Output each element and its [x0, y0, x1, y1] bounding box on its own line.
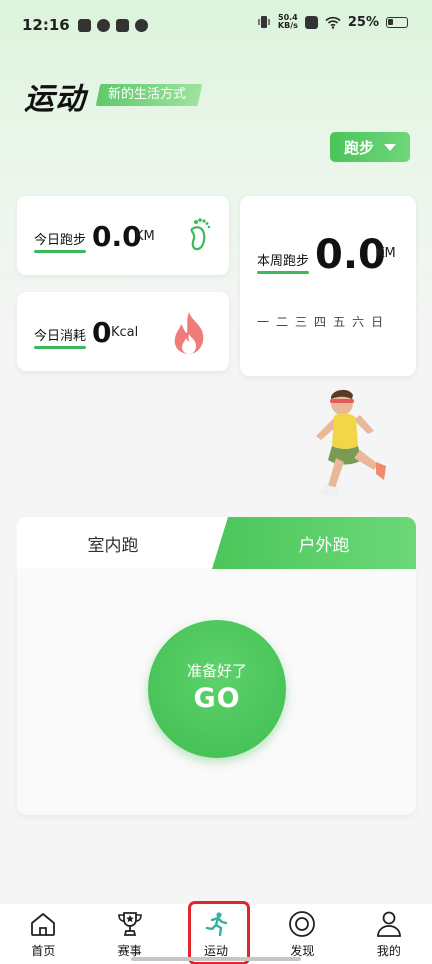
status-time: 12:16: [22, 16, 70, 34]
runner-illustration: [316, 389, 386, 498]
user-icon: [376, 911, 401, 937]
nav-item-events[interactable]: 赛事: [86, 904, 172, 964]
home-icon: [31, 913, 56, 936]
status-bar: 12:16 50.4 KB/s 25%: [0, 0, 432, 50]
nav-label: 我的: [376, 944, 401, 958]
tab-outdoor-run[interactable]: 户外跑: [212, 517, 416, 569]
battery-icon: [386, 16, 408, 28]
network-speed-unit: KB/s: [277, 21, 298, 30]
today-run-label: 今日跑步: [34, 229, 87, 253]
weekday-label: 六: [352, 315, 365, 329]
flame-icon: [174, 312, 204, 354]
nav-item-profile[interactable]: 我的: [346, 904, 432, 964]
wifi-icon: [325, 16, 341, 29]
sport-type-dropdown[interactable]: 跑步: [330, 132, 410, 162]
active-tab-highlight: [188, 901, 250, 964]
dropdown-arrow-icon: [384, 143, 396, 151]
battery-percent: 25%: [347, 14, 379, 30]
go-button[interactable]: 准备好了 GO: [148, 620, 286, 758]
sport-type-value: 跑步: [343, 138, 374, 157]
go-ready-text: 准备好了: [186, 662, 247, 680]
weekly-run-label: 本周跑步: [257, 250, 310, 274]
nav-item-home[interactable]: 首页: [0, 904, 86, 964]
today-calorie-label: 今日消耗: [34, 325, 87, 349]
wechat-icon: [134, 18, 148, 32]
tab-indoor-run[interactable]: 室内跑: [17, 517, 229, 569]
vibrate-icon: [258, 16, 270, 28]
weekday-label: 五: [333, 315, 346, 329]
weekday-label: 一: [257, 315, 270, 329]
run-mode-tabs: 室内跑 户外跑: [17, 517, 416, 569]
page-title: 运动: [24, 82, 86, 117]
slogan-text: 新的生活方式: [108, 87, 187, 102]
notification-icon: [77, 18, 91, 32]
slogan-badge: 新的生活方式: [95, 84, 203, 106]
today-run-card: 今日跑步 0.0 KM: [17, 196, 229, 275]
weekday-label: 二: [276, 315, 289, 329]
today-calorie-value: 0: [92, 316, 112, 349]
today-calorie-unit: Kcal: [111, 325, 139, 340]
home-indicator[interactable]: [131, 957, 301, 961]
weekday-row: 一 二 三 四 五 六 日: [257, 313, 383, 330]
today-run-unit: KM: [135, 229, 155, 244]
sim-icon: [304, 15, 318, 29]
trophy-icon: [117, 912, 142, 936]
weekday-label: 四: [314, 315, 327, 329]
go-text: GO: [193, 683, 241, 714]
weekly-run-card: 本周跑步 0.0 KM 一 二 三 四 五 六 日: [240, 196, 416, 376]
weekly-run-unit: KM: [376, 246, 396, 261]
today-calorie-card: 今日消耗 0 Kcal: [17, 292, 229, 371]
run-start-panel: 准备好了 GO: [17, 569, 416, 815]
status-right: 50.4 KB/s 25%: [257, 14, 408, 30]
nav-label: 首页: [31, 944, 56, 958]
network-speed: 50.4 KB/s: [278, 14, 298, 30]
notification-icon: [96, 18, 110, 32]
notification-icon: [115, 18, 129, 32]
discover-icon: [289, 911, 316, 937]
footprint-icon: [190, 218, 211, 251]
weekday-label: 三: [295, 315, 308, 329]
nav-item-discover[interactable]: 发现: [259, 904, 345, 964]
weekday-label: 日: [371, 315, 384, 329]
